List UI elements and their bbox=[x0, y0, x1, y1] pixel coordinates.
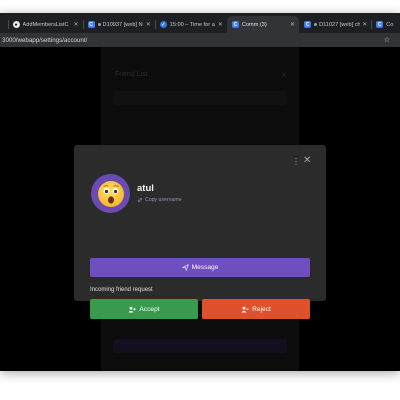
avatar bbox=[91, 174, 130, 213]
accept-label: Accept bbox=[139, 305, 160, 313]
reject-label: Reject bbox=[252, 305, 271, 313]
c-app-icon: C bbox=[231, 21, 239, 28]
github-icon: ● bbox=[12, 21, 20, 28]
message-label: Message bbox=[191, 264, 219, 271]
dot-icon bbox=[314, 23, 318, 26]
tab-co[interactable]: C Co bbox=[371, 16, 400, 33]
tab-close-icon[interactable]: ✕ bbox=[362, 21, 367, 28]
copy-username-link[interactable]: Copy username bbox=[137, 197, 182, 203]
friend-list-title: Friend List bbox=[115, 71, 148, 78]
tab-label: 15:00 – Time for a t bbox=[169, 21, 216, 28]
tab-close-icon[interactable]: ✕ bbox=[218, 21, 223, 28]
close-icon: ✕ bbox=[281, 72, 287, 79]
star-icon[interactable]: ☆ bbox=[384, 36, 390, 44]
address-bar: 3000/webapp/settings/account/ ☆ bbox=[0, 33, 400, 47]
incoming-request-label: Incoming friend request bbox=[90, 287, 153, 293]
tab-d10937[interactable]: C D10937 [web] N ✕ bbox=[82, 16, 155, 33]
tab-comm[interactable]: C Comm (3) ✕ bbox=[226, 16, 300, 33]
user-plus-icon bbox=[128, 306, 137, 313]
username: atul bbox=[137, 183, 154, 194]
add-friends-button bbox=[113, 339, 287, 353]
c-app-icon: C bbox=[376, 21, 384, 28]
tab-time[interactable]: ✓ 15:00 – Time for a t ✕ bbox=[154, 16, 227, 33]
reject-button[interactable]: Reject bbox=[202, 299, 310, 319]
c-app-icon: C bbox=[304, 21, 312, 28]
send-icon bbox=[181, 264, 189, 271]
tab-d11027[interactable]: C D11027 [web] ch ✕ bbox=[299, 16, 371, 33]
user-profile-modal: ⋮ ✕ atul Copy username Message Incoming … bbox=[74, 145, 326, 319]
message-button[interactable]: Message bbox=[90, 258, 310, 277]
close-icon[interactable]: ✕ bbox=[303, 156, 311, 166]
c-app-icon: C bbox=[87, 21, 95, 28]
tab-label: D10937 [web] N bbox=[102, 21, 143, 28]
tab-close-icon[interactable]: ✕ bbox=[146, 21, 151, 28]
check-icon: ✓ bbox=[159, 21, 167, 28]
tab-0[interactable] bbox=[0, 16, 8, 33]
tab-strip: ● AddMembersListC ✕ C D10937 [web] N ✕ ✓… bbox=[0, 13, 400, 33]
tab-close-icon[interactable]: ✕ bbox=[290, 21, 295, 28]
tab-label: AddMembersListC bbox=[22, 21, 69, 28]
user-minus-icon bbox=[241, 306, 249, 313]
url-field[interactable]: 3000/webapp/settings/account/ bbox=[0, 37, 384, 44]
tab-label: D11027 [web] ch bbox=[319, 21, 361, 28]
tab-addmembers[interactable]: ● AddMembersListC ✕ bbox=[7, 16, 83, 33]
accept-button[interactable]: Accept bbox=[90, 299, 198, 319]
dot-icon bbox=[97, 23, 101, 26]
link-icon bbox=[137, 197, 143, 203]
tab-label: Co bbox=[386, 21, 394, 28]
more-options-icon[interactable]: ⋮ bbox=[292, 158, 300, 166]
search-input bbox=[113, 91, 287, 105]
tab-close-icon[interactable]: ✕ bbox=[74, 21, 79, 28]
page-content: Friend List ✕ ⋮ ✕ atul Copy username Mes… bbox=[0, 47, 400, 371]
copy-username-label: Copy username bbox=[145, 197, 182, 203]
astonished-emoji-icon bbox=[97, 180, 124, 207]
tab-label: Comm (3) bbox=[241, 21, 267, 28]
browser-window: ● AddMembersListC ✕ C D10937 [web] N ✕ ✓… bbox=[0, 13, 400, 371]
